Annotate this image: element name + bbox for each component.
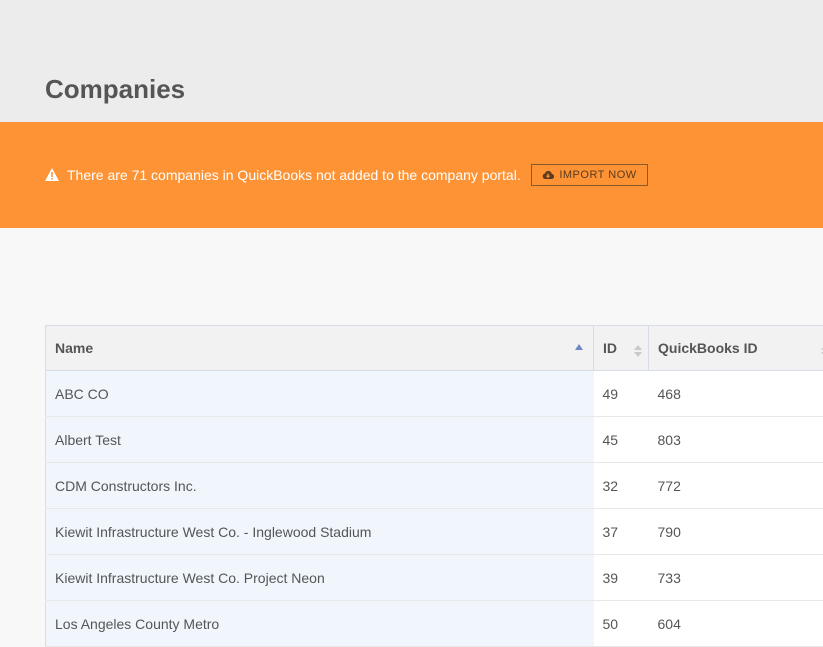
company-name-cell: ABC CO bbox=[46, 371, 594, 417]
company-id-cell: 49 bbox=[594, 371, 649, 417]
company-name-cell: Albert Test bbox=[46, 417, 594, 463]
quickbooks-id-cell: 733 bbox=[649, 555, 823, 601]
table-row[interactable]: Kiewit Infrastructure West Co. Project N… bbox=[46, 555, 823, 601]
company-name-cell: Los Angeles County Metro bbox=[46, 601, 594, 647]
quickbooks-id-cell: 790 bbox=[649, 509, 823, 555]
company-name-cell: CDM Constructors Inc. bbox=[46, 463, 594, 509]
table-row[interactable]: Albert Test 45 803 bbox=[46, 417, 823, 463]
table-header-row: Name ID QuickBooks ID bbox=[46, 326, 823, 371]
company-id-cell: 39 bbox=[594, 555, 649, 601]
quickbooks-id-cell: 803 bbox=[649, 417, 823, 463]
table-row[interactable]: Kiewit Infrastructure West Co. - Inglewo… bbox=[46, 509, 823, 555]
table-row[interactable]: Los Angeles County Metro 50 604 bbox=[46, 601, 823, 647]
sort-icon bbox=[634, 345, 642, 357]
company-id-cell: 45 bbox=[594, 417, 649, 463]
table-row[interactable]: CDM Constructors Inc. 32 772 bbox=[46, 463, 823, 509]
company-id-cell: 32 bbox=[594, 463, 649, 509]
quickbooks-id-cell: 772 bbox=[649, 463, 823, 509]
cloud-download-icon bbox=[542, 170, 554, 180]
page-title: Companies bbox=[45, 72, 185, 106]
sort-ascending-icon bbox=[575, 344, 583, 350]
alert-message: There are 71 companies in QuickBooks not… bbox=[67, 166, 521, 184]
warning-icon bbox=[45, 168, 59, 181]
company-name-cell: Kiewit Infrastructure West Co. Project N… bbox=[46, 555, 594, 601]
page-header: Companies bbox=[0, 0, 823, 122]
company-name-cell: Kiewit Infrastructure West Co. - Inglewo… bbox=[46, 509, 594, 555]
import-now-label: IMPORT NOW bbox=[559, 169, 636, 181]
quickbooks-id-cell: 604 bbox=[649, 601, 823, 647]
column-header-name[interactable]: Name bbox=[46, 326, 594, 371]
column-header-id[interactable]: ID bbox=[594, 326, 649, 371]
company-id-cell: 50 bbox=[594, 601, 649, 647]
company-id-cell: 37 bbox=[594, 509, 649, 555]
companies-table: Name ID QuickBooks ID ABC CO 49 468 bbox=[45, 325, 823, 647]
import-now-button[interactable]: IMPORT NOW bbox=[531, 164, 648, 186]
column-header-quickbooks-id[interactable]: QuickBooks ID bbox=[649, 326, 823, 371]
table-row[interactable]: ABC CO 49 468 bbox=[46, 371, 823, 417]
quickbooks-id-cell: 468 bbox=[649, 371, 823, 417]
